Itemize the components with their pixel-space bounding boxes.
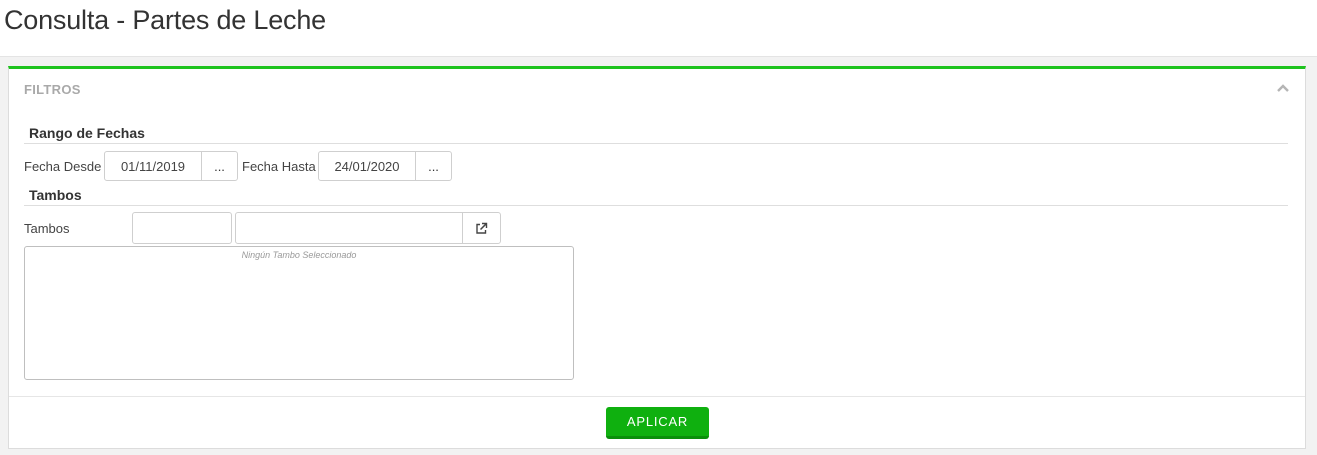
fecha-hasta-label: Fecha Hasta (242, 159, 316, 174)
filters-panel-title: FILTROS (24, 82, 81, 97)
external-link-icon (476, 222, 488, 234)
filters-panel: FILTROS Rango de Fechas Fecha Desde ... … (8, 66, 1306, 449)
tambo-code-input[interactable] (132, 212, 232, 244)
page-title: Consulta - Partes de Leche (4, 5, 326, 35)
section-divider (24, 205, 1288, 206)
tambos-selected-list[interactable]: Ningún Tambo Seleccionado (24, 246, 574, 380)
fecha-desde-picker-button[interactable]: ... (201, 152, 237, 180)
fecha-desde-input[interactable] (105, 152, 201, 180)
tambo-name-input[interactable] (236, 213, 462, 243)
tambos-section-title: Tambos (29, 187, 82, 203)
fecha-desde-label: Fecha Desde (24, 159, 102, 174)
page-header: Consulta - Partes de Leche (0, 0, 1317, 57)
fecha-hasta-group: ... (318, 151, 452, 181)
fecha-hasta-picker-button[interactable]: ... (415, 152, 451, 180)
fecha-hasta-input[interactable] (319, 152, 415, 180)
date-range-section-title: Rango de Fechas (29, 125, 145, 141)
apply-button[interactable]: APLICAR (606, 407, 709, 439)
filters-panel-header[interactable]: FILTROS (9, 69, 1305, 111)
tambos-empty-message: Ningún Tambo Seleccionado (241, 250, 357, 260)
section-divider (24, 143, 1288, 144)
chevron-up-icon[interactable] (1277, 83, 1289, 93)
tambo-open-button[interactable] (462, 213, 500, 243)
tambos-label: Tambos (24, 221, 70, 236)
filters-panel-footer: APLICAR (9, 396, 1305, 450)
tambo-name-combo (235, 212, 501, 244)
fecha-desde-group: ... (104, 151, 238, 181)
